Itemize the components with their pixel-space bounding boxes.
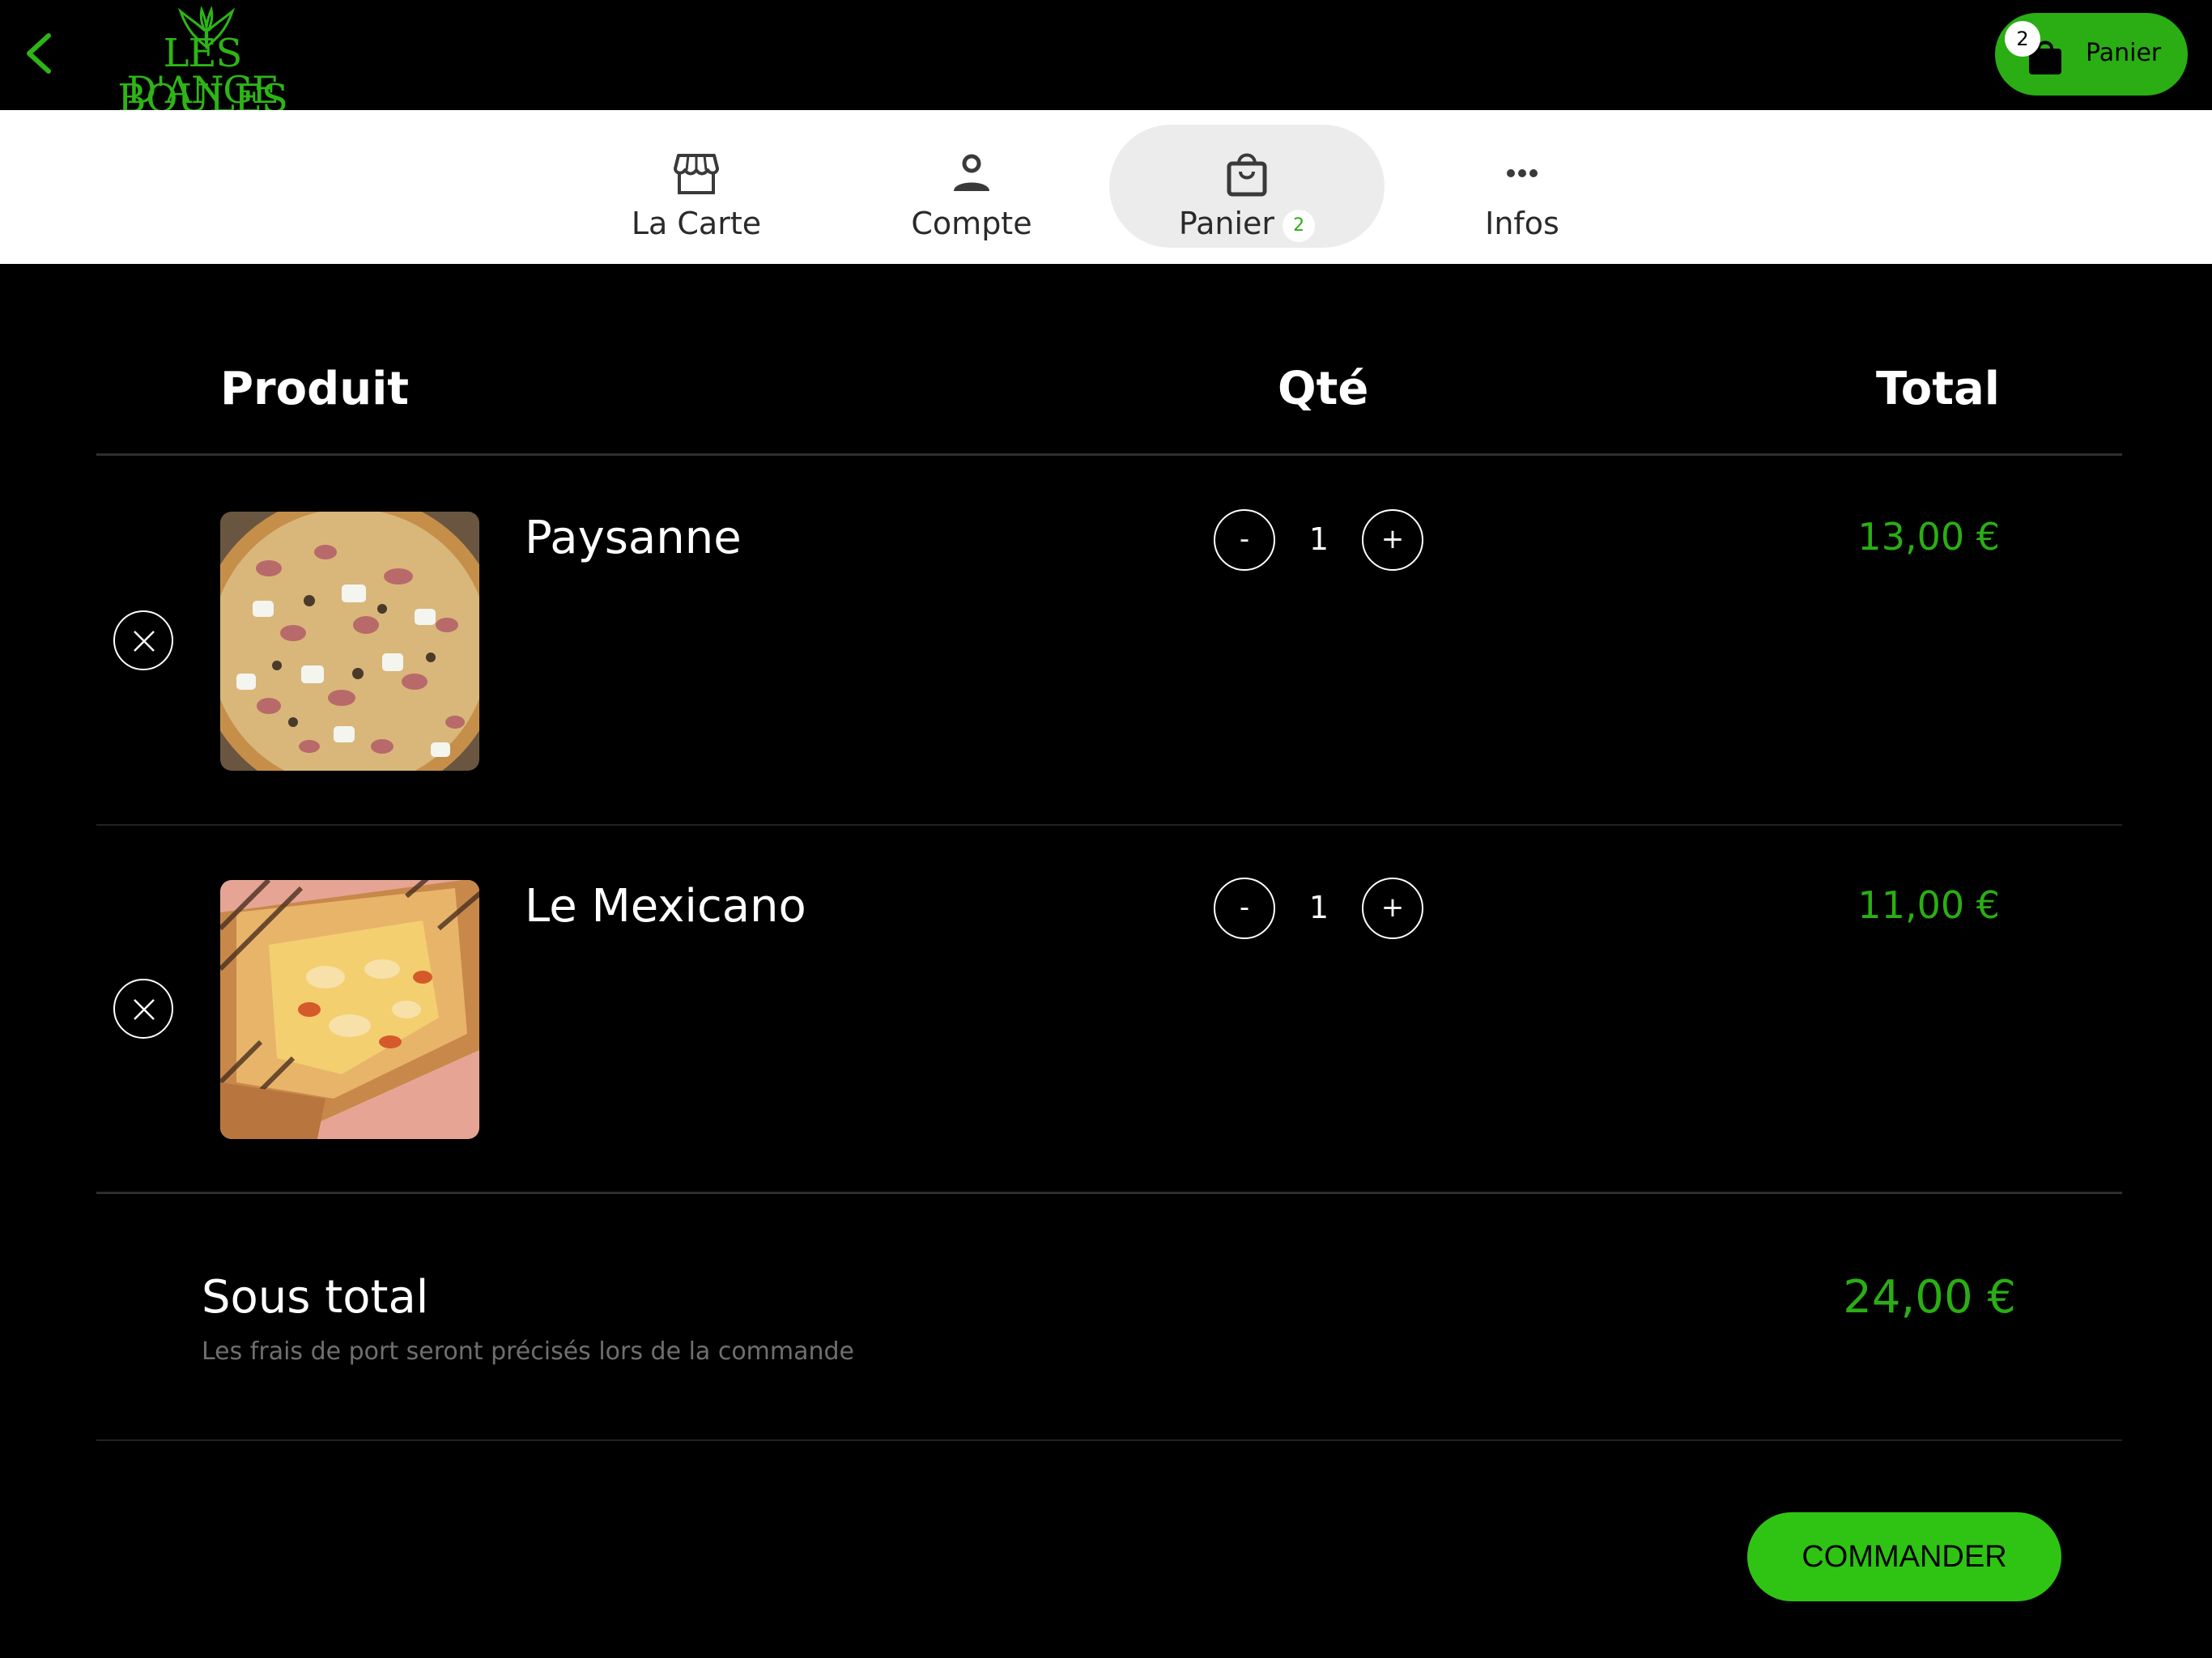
column-header-product: Produit (220, 363, 410, 415)
qty-value: 1 (1308, 890, 1329, 925)
product-name[interactable]: Paysanne (525, 512, 742, 564)
divider (96, 1192, 2122, 1194)
qty-value: 1 (1308, 521, 1329, 557)
increase-qty-button[interactable]: + (1362, 878, 1423, 939)
column-header-qty: Qté (1278, 363, 1369, 415)
tab-label: La Carte (631, 206, 762, 241)
subtotal-value: 24,00 € (1843, 1271, 2016, 1324)
logo-text-line2: D'ANGE (126, 68, 279, 112)
decrease-qty-button[interactable]: - (1214, 509, 1275, 571)
product-image-pizza[interactable] (220, 512, 479, 771)
tab-label-wrapper: Panier 2 (1109, 206, 1385, 242)
tab-infos[interactable]: Infos (1385, 125, 1660, 248)
shipping-note: Les frais de port seront précisés lors d… (202, 1337, 855, 1366)
store-icon (674, 154, 719, 194)
tab-label: Infos (1485, 206, 1559, 241)
remove-item-button[interactable] (113, 979, 173, 1039)
tab-compte[interactable]: Compte (834, 125, 1109, 248)
line-total: 11,00 € (1857, 883, 2000, 927)
increase-qty-button[interactable]: + (1362, 509, 1423, 571)
divider (96, 453, 2122, 456)
user-icon (954, 154, 989, 191)
tab-label: Compte (911, 206, 1032, 241)
product-name[interactable]: Le Mexicano (525, 880, 806, 933)
tab-la-carte[interactable]: La Carte (559, 125, 834, 248)
top-bar: LES BOULES D'ANGE 2 Panier (0, 0, 2212, 121)
shopping-bag-icon (1227, 153, 1267, 197)
close-icon (134, 999, 155, 1020)
decrease-qty-button[interactable]: - (1214, 878, 1275, 939)
tab-label: Panier (1178, 206, 1275, 241)
back-arrow-icon[interactable] (18, 29, 62, 78)
remove-item-button[interactable] (113, 610, 173, 670)
divider (96, 824, 2122, 826)
subtotal-label: Sous total (202, 1271, 429, 1324)
more-icon (1507, 169, 1538, 177)
main-nav: La Carte Compte Panier 2 Infos (0, 110, 2212, 264)
order-button[interactable]: COMMANDER (1747, 1512, 2061, 1601)
column-header-total: Total (1876, 363, 2000, 415)
tab-count-badge: 2 (1283, 209, 1316, 242)
line-total: 13,00 € (1857, 515, 2000, 559)
close-icon (134, 631, 155, 652)
product-image-wrap[interactable] (220, 880, 479, 1139)
divider (96, 1439, 2122, 1441)
header-cart-button[interactable]: 2 Panier (1995, 13, 2188, 96)
brand-logo[interactable]: LES BOULES D'ANGE (89, 6, 316, 121)
tab-panier[interactable]: Panier 2 (1109, 125, 1385, 248)
cart-button-label: Panier (2086, 39, 2162, 67)
cart-count-badge: 2 (2005, 21, 2040, 57)
